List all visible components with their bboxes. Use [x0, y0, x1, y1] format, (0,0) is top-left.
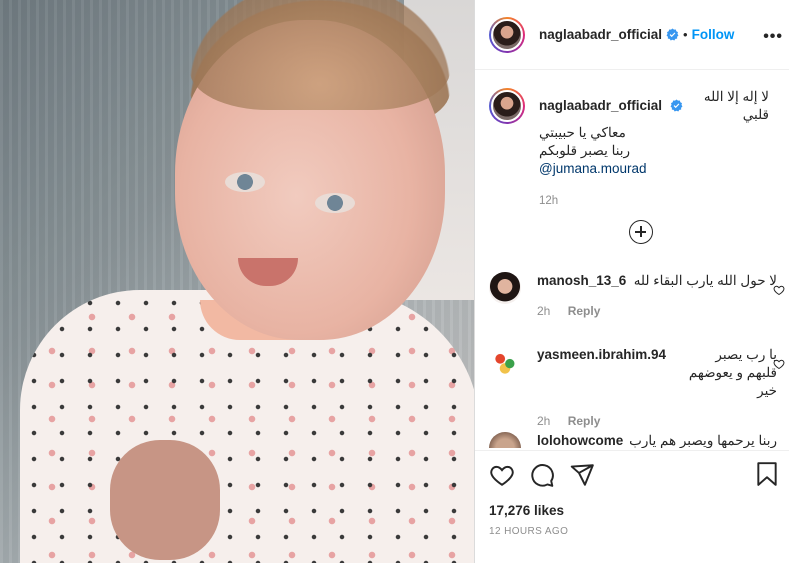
comment-item: lolohowcome ربنا يرحمها ويصبر هم يارب [489, 432, 781, 448]
comment-text: يا رب يصبر قلبهم و يعوضهم خير [688, 347, 777, 398]
commenter-username[interactable]: manosh_13_6 [537, 272, 626, 290]
comment-item: yasmeen.ibrahim.94 يا رب يصبر قلبهم و يع… [489, 346, 785, 430]
reply-button[interactable]: Reply [568, 304, 601, 318]
reply-button[interactable]: Reply [568, 414, 601, 428]
post-header: naglaabadr_official • Follow ••• [475, 0, 789, 70]
comment-line: yasmeen.ibrahim.94 يا رب يصبر قلبهم و يع… [537, 346, 777, 400]
author-avatar[interactable] [489, 16, 525, 53]
caption-time[interactable]: 12h [539, 192, 769, 210]
more-options-icon[interactable]: ••• [763, 28, 783, 46]
adult-hand [110, 440, 220, 560]
comment-body: yasmeen.ibrahim.94 يا رب يصبر قلبهم و يع… [537, 346, 777, 430]
comment-meta: 2h Reply [537, 412, 777, 430]
verified-badge-icon [666, 28, 679, 41]
caption-line-3: ربنا يصبر قلوبكم [539, 143, 631, 158]
post-sidebar: naglaabadr_official • Follow ••• naglaab… [474, 0, 789, 563]
caption-line-1: لا إله إلا الله قلبي [703, 89, 769, 122]
commenter-username[interactable]: yasmeen.ibrahim.94 [537, 346, 666, 364]
like-comment-heart-icon[interactable] [773, 358, 785, 370]
likes-count[interactable]: 17,276 likes [489, 503, 776, 518]
caption-avatar-image [491, 90, 523, 122]
commenter-avatar[interactable] [489, 432, 521, 448]
save-bookmark-icon[interactable] [756, 461, 778, 487]
post-caption: naglaabadr_official لا إله إلا الله قلبي… [475, 70, 789, 210]
comment-line: lolohowcome ربنا يرحمها ويصبر هم يارب [537, 432, 777, 448]
caption-body: naglaabadr_official لا إله إلا الله قلبي… [539, 88, 769, 210]
comment-item: manosh_13_6 لا حول الله يارب البقاء لله … [489, 272, 785, 320]
comment-time[interactable]: 2h [537, 304, 550, 318]
separator-dot: • [683, 27, 688, 42]
post-photo[interactable] [0, 0, 474, 563]
action-icons-row [489, 461, 778, 489]
comment-body: lolohowcome ربنا يرحمها ويصبر هم يارب [537, 432, 777, 448]
comment-line: manosh_13_6 لا حول الله يارب البقاء لله [537, 272, 777, 290]
caption-avatar[interactable] [489, 88, 525, 124]
follow-button[interactable]: Follow [692, 27, 735, 42]
like-comment-heart-icon[interactable] [773, 284, 785, 296]
commenter-avatar[interactable] [489, 346, 521, 378]
baby-eye-left [225, 172, 265, 192]
baby-hair-top [190, 0, 450, 110]
author-username[interactable]: naglaabadr_official [539, 27, 662, 42]
comment-text: ربنا يرحمها ويصبر هم يارب [629, 433, 777, 448]
like-heart-icon[interactable] [489, 462, 515, 488]
comment-body: manosh_13_6 لا حول الله يارب البقاء لله … [537, 272, 777, 320]
commenter-avatar[interactable] [489, 272, 521, 304]
post-actions: 17,276 likes 12 HOURS AGO [475, 450, 789, 537]
commenter-username[interactable]: lolohowcome [537, 432, 623, 448]
post-date[interactable]: 12 HOURS AGO [489, 526, 776, 537]
caption-username-wrap: naglaabadr_official [539, 97, 683, 115]
caption-line-2: معاكي يا حبيبتي [539, 125, 626, 140]
instagram-post: naglaabadr_official • Follow ••• naglaab… [0, 0, 789, 563]
share-paper-plane-icon[interactable] [569, 462, 595, 488]
comment-text: لا حول الله يارب البقاء لله [633, 273, 777, 288]
author-avatar-image [491, 18, 523, 51]
comment-time[interactable]: 2h [537, 414, 550, 428]
caption-username[interactable]: naglaabadr_official [539, 98, 662, 113]
comment-bubble-icon[interactable] [529, 462, 555, 488]
load-more-comments-icon[interactable] [629, 220, 653, 244]
caption-user-line: naglaabadr_official لا إله إلا الله قلبي [539, 88, 769, 124]
baby-eye-right [315, 193, 355, 213]
verified-badge-icon [670, 99, 683, 112]
caption-mention-link[interactable]: @jumana.mourad [539, 160, 769, 178]
comment-meta: 2h Reply [537, 302, 777, 320]
